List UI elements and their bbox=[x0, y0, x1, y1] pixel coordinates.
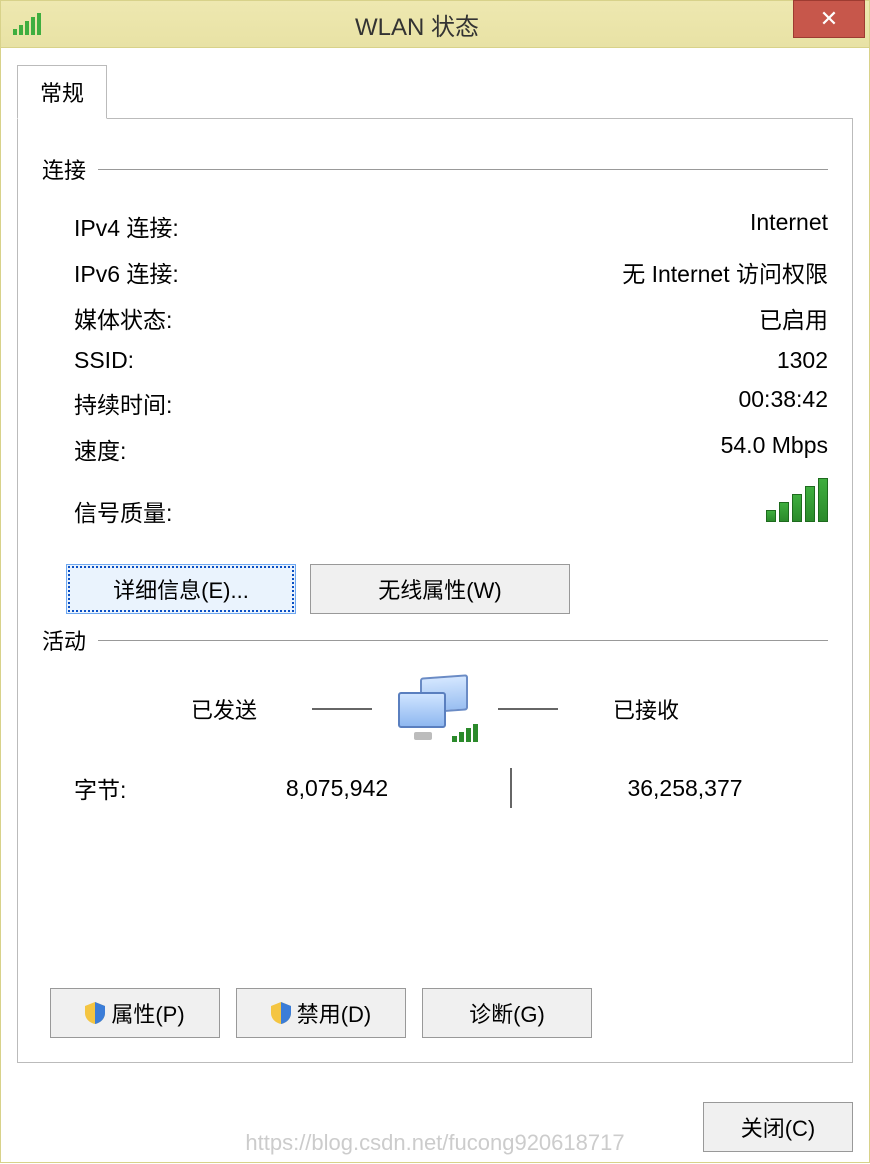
row-ipv4: IPv4 连接: Internet bbox=[42, 203, 828, 249]
activity-group-title: 活动 bbox=[42, 624, 86, 656]
disable-button[interactable]: 禁用(D) bbox=[236, 988, 406, 1038]
properties-button[interactable]: 属性(P) bbox=[50, 988, 220, 1038]
wireless-properties-button[interactable]: 无线属性(W) bbox=[310, 564, 570, 614]
close-button-label: 关闭(C) bbox=[741, 1111, 816, 1143]
divider bbox=[498, 708, 558, 710]
window-title: WLAN 状态 bbox=[41, 7, 793, 42]
divider bbox=[98, 640, 828, 641]
ipv4-label: IPv4 连接: bbox=[74, 209, 750, 243]
bytes-label: 字节: bbox=[74, 771, 194, 805]
ipv6-value: 无 Internet 访问权限 bbox=[622, 255, 828, 289]
row-ipv6: IPv6 连接: 无 Internet 访问权限 bbox=[42, 249, 828, 295]
titlebar: WLAN 状态 ✕ bbox=[0, 0, 870, 48]
tab-panel-general: 连接 IPv4 连接: Internet IPv6 连接: 无 Internet… bbox=[17, 118, 853, 1063]
signal-quality-label: 信号质量: bbox=[74, 494, 766, 528]
sent-bytes-value: 8,075,942 bbox=[194, 775, 480, 802]
shield-icon bbox=[85, 1002, 105, 1024]
connection-group-header: 连接 bbox=[42, 153, 828, 185]
row-ssid: SSID: 1302 bbox=[42, 341, 828, 380]
media-state-value: 已启用 bbox=[759, 301, 828, 335]
ssid-label: SSID: bbox=[74, 347, 777, 374]
divider bbox=[312, 708, 372, 710]
ipv4-value: Internet bbox=[750, 209, 828, 243]
signal-bars-icon bbox=[766, 478, 828, 522]
bytes-row: 字节: 8,075,942 36,258,377 bbox=[42, 758, 828, 808]
row-media-state: 媒体状态: 已启用 bbox=[42, 295, 828, 341]
diagnose-button-label: 诊断(G) bbox=[469, 997, 545, 1029]
signal-quality-value bbox=[766, 478, 828, 528]
wireless-properties-button-label: 无线属性(W) bbox=[378, 573, 501, 605]
row-signal-quality: 信号质量: bbox=[42, 472, 828, 534]
divider bbox=[98, 169, 828, 170]
diagnose-button[interactable]: 诊断(G) bbox=[422, 988, 592, 1038]
wifi-signal-icon bbox=[13, 13, 41, 35]
activity-group-header: 活动 bbox=[42, 624, 828, 656]
sent-label: 已发送 bbox=[154, 693, 294, 725]
ssid-value: 1302 bbox=[777, 347, 828, 374]
connection-group-title: 连接 bbox=[42, 153, 86, 185]
properties-button-label: 属性(P) bbox=[111, 997, 184, 1029]
close-window-button[interactable]: ✕ bbox=[793, 0, 865, 38]
dialog-body: 常规 连接 IPv4 连接: Internet IPv6 连接: 无 Inter… bbox=[0, 48, 870, 1163]
row-speed: 速度: 54.0 Mbps bbox=[42, 426, 828, 472]
close-icon: ✕ bbox=[820, 6, 838, 32]
speed-label: 速度: bbox=[74, 432, 721, 466]
duration-label: 持续时间: bbox=[74, 386, 738, 420]
row-duration: 持续时间: 00:38:42 bbox=[42, 380, 828, 426]
divider bbox=[510, 768, 512, 808]
duration-value: 00:38:42 bbox=[738, 386, 828, 420]
tab-general[interactable]: 常规 bbox=[17, 65, 107, 119]
close-button[interactable]: 关闭(C) bbox=[703, 1102, 853, 1152]
activity-stage: 已发送 已接收 bbox=[42, 674, 828, 744]
network-computers-icon bbox=[390, 674, 480, 744]
details-button-label: 详细信息(E)... bbox=[113, 573, 249, 605]
details-button[interactable]: 详细信息(E)... bbox=[66, 564, 296, 614]
ipv6-label: IPv6 连接: bbox=[74, 255, 622, 289]
received-bytes-value: 36,258,377 bbox=[542, 775, 828, 802]
disable-button-label: 禁用(D) bbox=[297, 997, 372, 1029]
received-label: 已接收 bbox=[576, 693, 716, 725]
speed-value: 54.0 Mbps bbox=[721, 432, 828, 466]
media-state-label: 媒体状态: bbox=[74, 301, 759, 335]
shield-icon bbox=[271, 1002, 291, 1024]
